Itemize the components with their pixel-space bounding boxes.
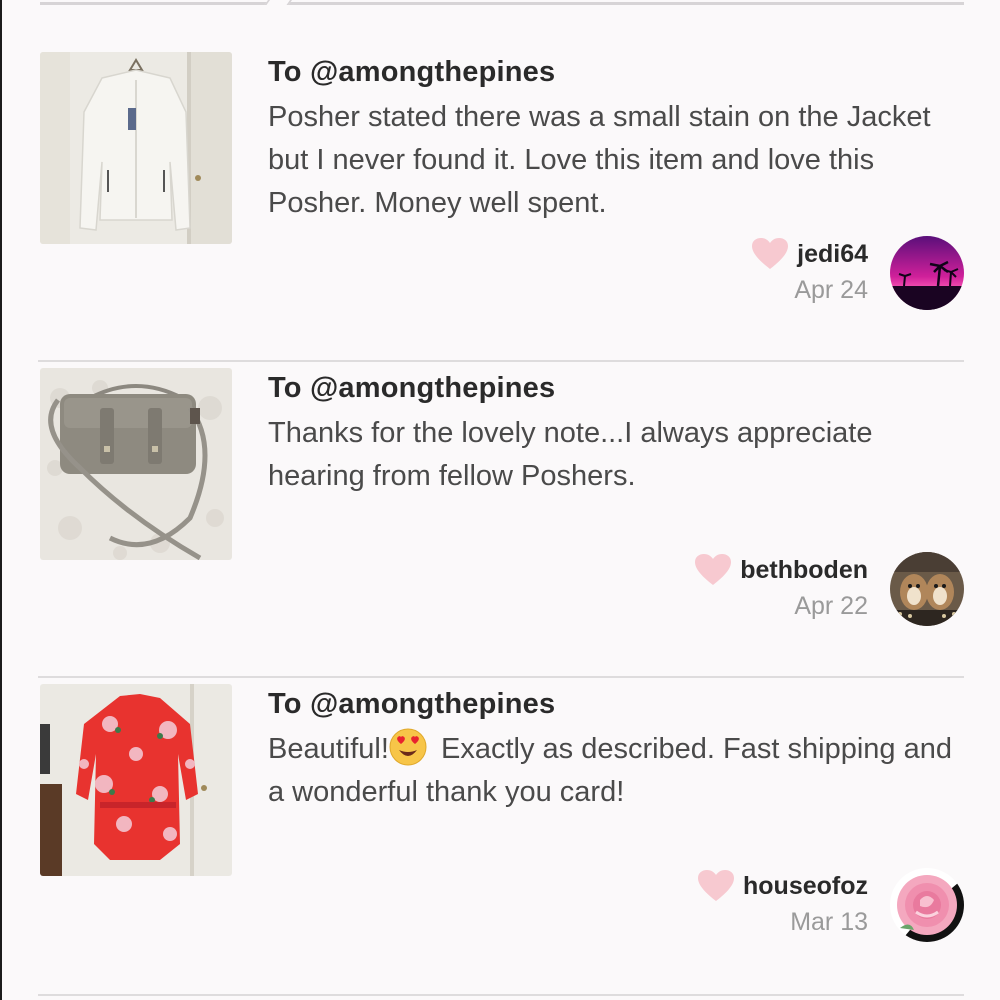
listing-thumbnail[interactable] xyxy=(40,52,232,244)
recipient-username[interactable]: @amongthepines xyxy=(310,688,555,720)
feedback-meta: jedi64 Apr 24 xyxy=(751,234,868,305)
recipient-username[interactable]: @amongthepines xyxy=(310,372,555,404)
feedback-item: To @amongthepines Posher stated there wa… xyxy=(38,46,964,362)
to-prefix: To xyxy=(268,56,310,88)
gray-handbag-photo-icon xyxy=(40,368,232,560)
heart-eyes-emoji-icon xyxy=(389,728,427,766)
avatar[interactable] xyxy=(890,868,964,942)
red-floral-robe-photo-icon xyxy=(40,684,232,876)
sunset-palms-avatar-icon xyxy=(890,236,964,310)
to-prefix: To xyxy=(268,372,310,404)
sender-username[interactable]: jedi64 xyxy=(797,240,868,269)
feedback-date: Apr 24 xyxy=(794,276,868,304)
feedback-item: To @amongthepines Thanks for the lovely … xyxy=(38,362,964,678)
feedback-date: Apr 22 xyxy=(794,592,868,620)
heart-icon xyxy=(695,554,732,585)
white-jacket-photo-icon xyxy=(40,52,232,244)
sender-username[interactable]: houseofoz xyxy=(743,872,868,901)
chipmunks-avatar-icon xyxy=(890,552,964,626)
listing-thumbnail[interactable] xyxy=(40,684,232,876)
feedback-comment: Beautiful! Exactly as described. Fast sh… xyxy=(268,728,968,814)
feedback-item: To @amongthepines Beautiful! Exactly as … xyxy=(38,678,964,994)
comment-before-emoji: Beautiful! xyxy=(268,733,389,765)
avatar[interactable] xyxy=(890,236,964,310)
avatar[interactable] xyxy=(890,552,964,626)
pink-rose-avatar-icon xyxy=(890,868,964,942)
listing-thumbnail[interactable] xyxy=(40,368,232,560)
feedback-meta: houseofoz Mar 13 xyxy=(697,866,868,937)
recipient-line: To @amongthepines xyxy=(268,372,555,405)
feedback-meta: bethboden Apr 22 xyxy=(694,550,868,621)
heart-icon xyxy=(698,870,734,901)
top-tab-edge xyxy=(40,0,964,5)
feedback-page: To @amongthepines Posher stated there wa… xyxy=(0,0,1000,1000)
recipient-line: To @amongthepines xyxy=(268,688,555,721)
recipient-username[interactable]: @amongthepines xyxy=(310,56,555,88)
feedback-comment: Thanks for the lovely note...I always ap… xyxy=(268,417,873,492)
heart-icon xyxy=(752,238,789,269)
sender-username[interactable]: bethboden xyxy=(740,556,868,585)
divider xyxy=(38,994,964,996)
feedback-comment: Posher stated there was a small stain on… xyxy=(268,101,931,219)
to-prefix: To xyxy=(268,688,310,720)
feedback-date: Mar 13 xyxy=(790,908,868,936)
recipient-line: To @amongthepines xyxy=(268,56,555,89)
